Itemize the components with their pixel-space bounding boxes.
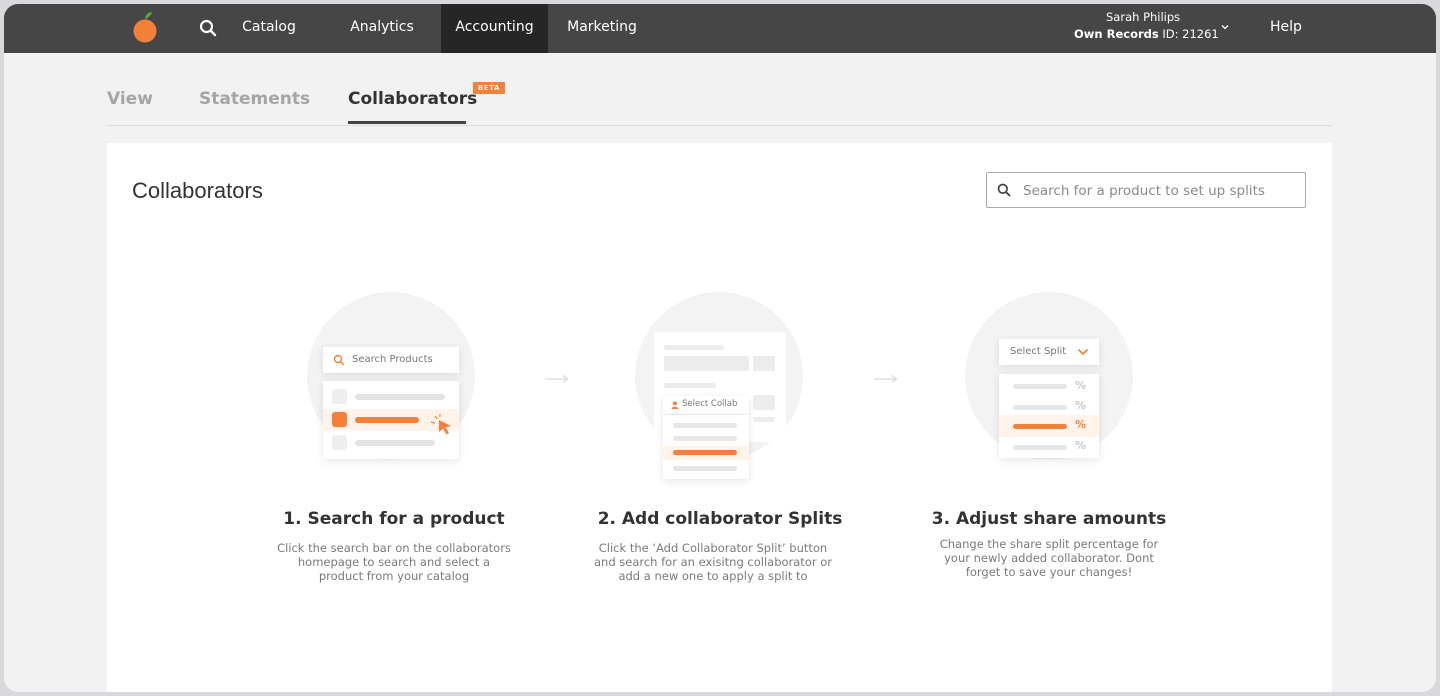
dropdown-bar: [673, 466, 737, 471]
mini-search-label: Search Products: [352, 354, 433, 365]
nav-item-accounting[interactable]: Accounting: [441, 4, 548, 53]
form-field: [664, 356, 749, 371]
top-navigation-bar: Catalog Analytics Accounting Marketing S…: [4, 4, 1436, 53]
tab-statements[interactable]: Statements: [199, 89, 310, 109]
step-1-illustration: Search Products: [307, 292, 507, 472]
result-bar: [355, 417, 419, 423]
result-thumbnail: [332, 389, 347, 404]
tab-collaborators[interactable]: Collaborators: [348, 89, 477, 109]
search-icon[interactable]: [198, 18, 218, 38]
user-icon: [671, 401, 679, 409]
form-bar: [664, 345, 724, 350]
step-2-description: Click the ‘Add Collaborator Split’ butto…: [593, 541, 833, 583]
mini-collab-dropdown: [663, 415, 749, 479]
record-id: ID: 21261: [1162, 27, 1219, 41]
percent-symbol: %: [1075, 379, 1087, 392]
record-label: Own Records: [1074, 27, 1159, 41]
result-bar: [355, 394, 445, 400]
percent-symbol: %: [1075, 399, 1087, 412]
user-account-menu[interactable]: Sarah Philips Own Records ID: 21261: [1074, 9, 1234, 43]
arrow-right-icon: [874, 374, 898, 384]
collaborators-panel: Collaborators Search Products: [107, 143, 1332, 692]
cursor-click-icon: [430, 414, 451, 435]
percent-symbol: %: [1075, 418, 1087, 431]
product-search-field[interactable]: [986, 172, 1306, 209]
mini-results-list: [323, 381, 459, 459]
step-2-title: 2. Add collaborator Splits: [597, 509, 843, 529]
search-input[interactable]: [1021, 173, 1295, 209]
result-thumbnail: [332, 412, 347, 427]
split-bar: [1013, 445, 1067, 450]
active-tab-indicator: [348, 121, 466, 124]
step-3-title: 3. Adjust share amounts: [931, 509, 1167, 529]
mini-search-bar: Search Products: [323, 347, 459, 373]
form-bar: [753, 417, 775, 422]
mini-select-collab-label: Select Collab: [682, 399, 738, 409]
percent-symbol: %: [1075, 439, 1087, 452]
result-thumbnail: [332, 435, 347, 450]
app-window: Catalog Analytics Accounting Marketing S…: [4, 4, 1436, 692]
step-3-description: Change the share split percentage for yo…: [939, 537, 1159, 579]
mini-select-split-label: Select Split: [1010, 346, 1067, 357]
step-1-title: 1. Search for a product: [283, 509, 505, 529]
split-bar: [1013, 424, 1067, 429]
split-bar: [1013, 405, 1067, 410]
nav-item-analytics[interactable]: Analytics: [336, 4, 428, 53]
form-field: [753, 356, 775, 371]
nav-item-marketing[interactable]: Marketing: [555, 4, 649, 53]
nav-item-catalog[interactable]: Catalog: [228, 4, 310, 53]
chevron-down-icon[interactable]: [1220, 22, 1230, 32]
step-2-illustration: Select Collab: [635, 292, 835, 482]
dropdown-bar: [673, 450, 737, 455]
tab-view[interactable]: View: [107, 89, 153, 109]
beta-badge: BETA: [473, 82, 505, 94]
form-bar: [664, 383, 716, 388]
arrow-right-icon: [545, 374, 569, 384]
mini-split-list: % % % %: [999, 374, 1099, 458]
user-name: Sarah Philips: [1106, 10, 1181, 24]
dropdown-bar: [673, 423, 737, 428]
result-bar: [355, 440, 435, 446]
form-field: [753, 395, 775, 410]
record-info: Own Records ID: 21261: [1074, 26, 1234, 43]
dropdown-bar: [673, 436, 737, 441]
page-title: Collaborators: [132, 178, 263, 203]
search-icon: [997, 183, 1011, 197]
section-tabs: View Statements Collaborators BETA: [107, 53, 1332, 126]
step-3-illustration: Select Split % % % %: [965, 292, 1165, 472]
orange-logo-icon[interactable]: [130, 10, 160, 44]
step-1-description: Click the search bar on the collaborator…: [277, 541, 511, 583]
chevron-down-icon: [1077, 348, 1089, 356]
mini-select-split: Select Split: [999, 339, 1099, 365]
mini-select-collab: Select Collab: [663, 396, 749, 414]
split-bar: [1013, 384, 1067, 389]
search-icon: [333, 354, 345, 366]
help-link[interactable]: Help: [1270, 4, 1302, 53]
